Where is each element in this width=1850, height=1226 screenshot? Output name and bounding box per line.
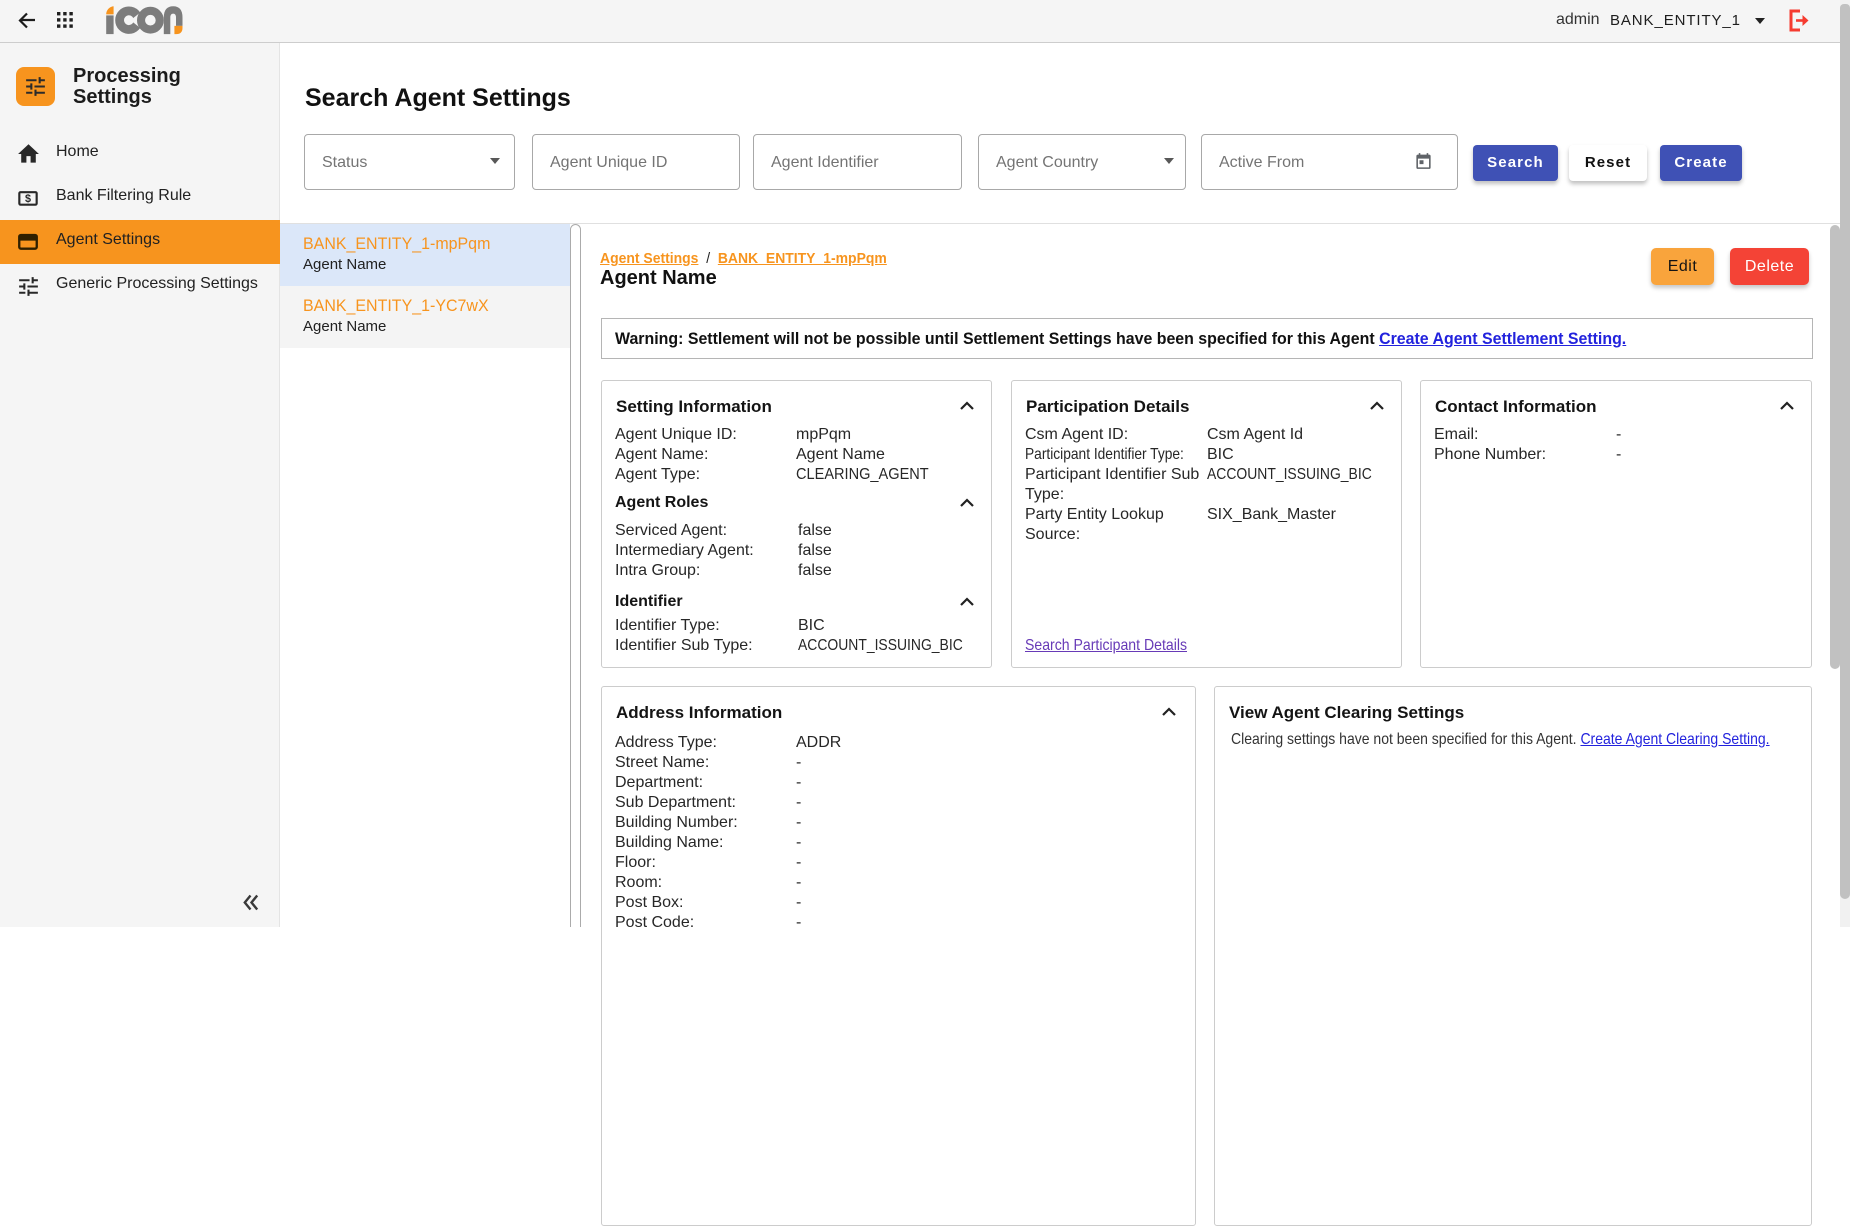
svg-text:$: $ [25,193,31,205]
